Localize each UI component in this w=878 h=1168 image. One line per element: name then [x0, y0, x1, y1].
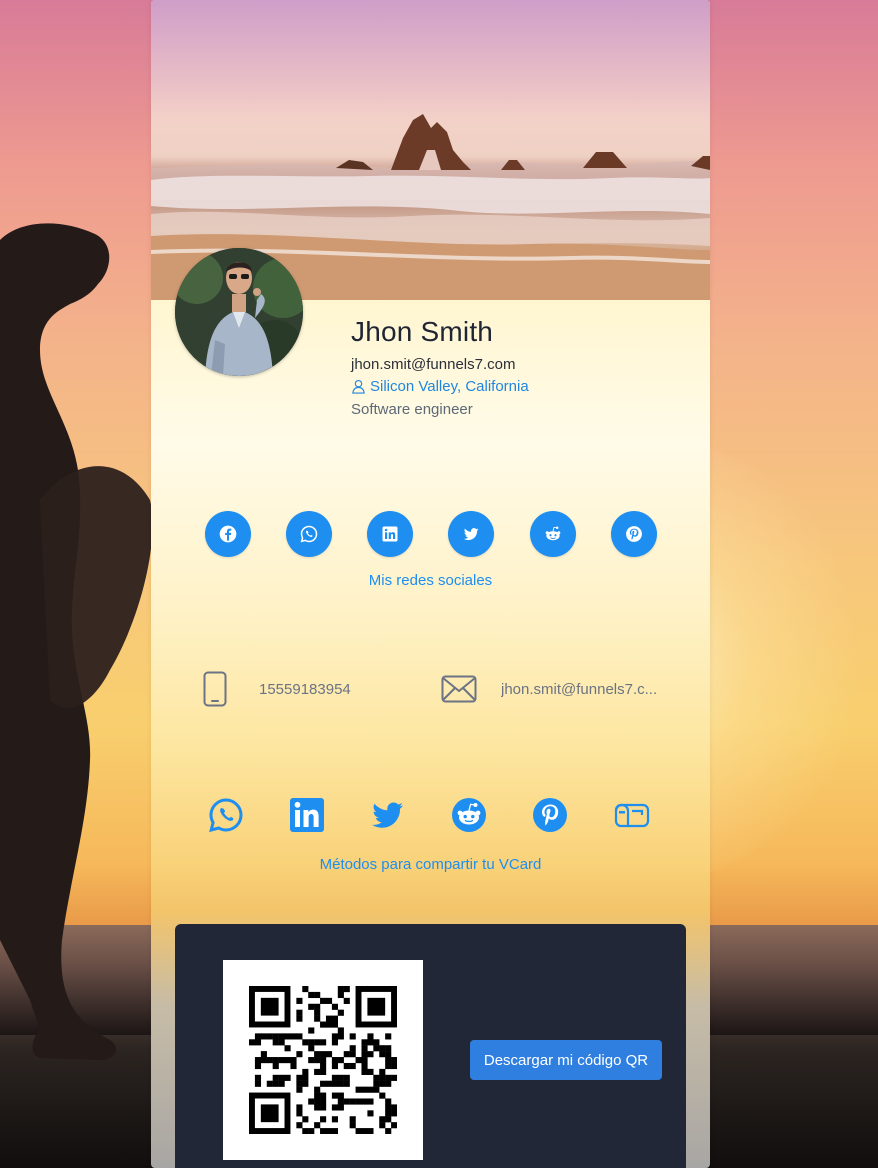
- social-whatsapp-button[interactable]: [286, 511, 332, 557]
- twitter-icon: [463, 528, 479, 541]
- profile-email[interactable]: jhon.smit@funnels7.com: [351, 356, 515, 373]
- profile-job-title: Software engineer: [351, 401, 473, 418]
- qr-code: [223, 960, 423, 1160]
- social-links: [205, 511, 657, 557]
- whatsapp-icon: [209, 798, 243, 833]
- share-linkedin-button[interactable]: [288, 796, 326, 834]
- linkedin-icon: [290, 798, 324, 832]
- profile-location-label: Silicon Valley, California: [370, 378, 529, 395]
- share-whatsapp-button[interactable]: [207, 796, 245, 834]
- facebook-icon: [219, 525, 237, 543]
- qr-code-image: [249, 986, 397, 1134]
- share-twitter-button[interactable]: [369, 796, 407, 834]
- social-pinterest-button[interactable]: [611, 511, 657, 557]
- profile-avatar: [175, 248, 303, 376]
- share-pinterest-button[interactable]: [531, 796, 569, 834]
- person-location-icon: [352, 379, 365, 394]
- whatsapp-icon: [300, 525, 318, 543]
- twitter-icon: [372, 802, 403, 828]
- contact-email[interactable]: jhon.smit@funnels7.c...: [441, 669, 661, 709]
- phone-icon: [203, 671, 227, 707]
- vcard: Jhon Smith jhon.smit@funnels7.com Silico…: [151, 0, 710, 1168]
- social-reddit-button[interactable]: [530, 511, 576, 557]
- pinterest-icon: [626, 526, 642, 542]
- profile-name: Jhon Smith: [351, 316, 494, 347]
- share-reddit-button[interactable]: [450, 796, 488, 834]
- social-facebook-button[interactable]: [205, 511, 251, 557]
- linkedin-icon: [382, 526, 398, 542]
- contact-phone[interactable]: 15559183954: [203, 669, 351, 709]
- background-silhouette: [0, 223, 153, 1061]
- contact-phone-number: 15559183954: [259, 680, 351, 698]
- share-methods: [207, 796, 653, 836]
- social-caption: Mis redes sociales: [368, 572, 493, 589]
- reddit-icon: [452, 798, 486, 832]
- reddit-icon: [545, 526, 561, 541]
- profile-location[interactable]: Silicon Valley, California: [351, 378, 529, 395]
- social-twitter-button[interactable]: [448, 511, 494, 557]
- contact-email-address: jhon.smit@funnels7.c...: [501, 680, 658, 698]
- share-mailbox-button[interactable]: [613, 796, 651, 834]
- envelope-icon: [441, 675, 477, 703]
- social-linkedin-button[interactable]: [367, 511, 413, 557]
- qr-panel: Descargar mi código QR: [175, 924, 686, 1168]
- download-qr-button[interactable]: Descargar mi código QR: [470, 1040, 662, 1080]
- share-caption: Métodos para compartir tu VCard: [319, 856, 542, 873]
- mailbox-icon: [614, 803, 650, 828]
- pinterest-icon: [533, 798, 567, 832]
